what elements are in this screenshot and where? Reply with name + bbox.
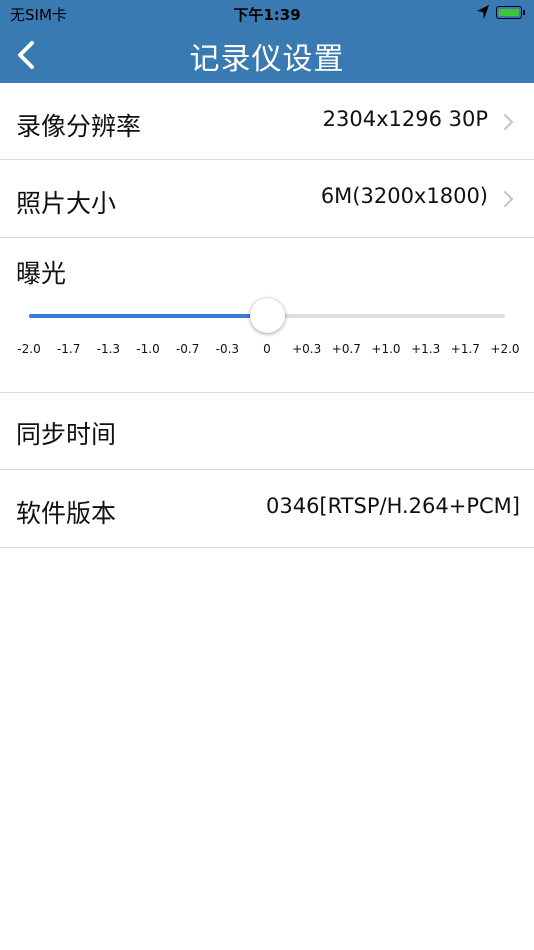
chevron-right-icon — [503, 113, 514, 131]
navigation-bar: 记录仪设置 — [0, 26, 534, 83]
clock: 下午1:39 — [233, 6, 301, 24]
location-arrow-icon — [477, 5, 489, 19]
slider-filled-track — [29, 314, 267, 318]
firmware-label: 软件版本 — [16, 499, 117, 528]
exposure-tick-label: +1.7 — [450, 342, 480, 356]
sync-time-row[interactable]: 同步时间 — [0, 393, 534, 470]
resolution-label: 录像分辨率 — [16, 112, 142, 141]
exposure-tick-label: 0 — [263, 342, 271, 356]
chevron-right-icon — [503, 190, 514, 208]
exposure-tick-label: +0.3 — [292, 342, 322, 356]
exposure-label: 曝光 — [16, 259, 67, 288]
exposure-slider[interactable] — [29, 298, 505, 333]
exposure-tick-label: +1.0 — [371, 342, 401, 356]
battery-charging-icon — [496, 6, 525, 19]
exposure-tick-label: -1.3 — [96, 342, 121, 356]
exposure-tick-label: -0.3 — [215, 342, 240, 356]
resolution-row[interactable]: 录像分辨率 2304x1296 30P — [0, 83, 534, 160]
sync-time-label: 同步时间 — [16, 420, 117, 449]
resolution-value: 2304x1296 30P — [322, 107, 488, 131]
photo-size-label: 照片大小 — [16, 189, 117, 218]
exposure-tick-label: -0.7 — [175, 342, 200, 356]
exposure-tick-labels: -2.0 -1.7 -1.3 -1.0 -0.7 -0.3 0 +0.3 +0.7 +1.0 +1.… — [0, 342, 534, 360]
exposure-tick-label: +1.3 — [411, 342, 441, 356]
photo-size-row[interactable]: 照片大小 6M(3200x1800) — [0, 160, 534, 238]
slider-thumb[interactable] — [249, 298, 285, 333]
exposure-tick-label: +2.0 — [490, 342, 520, 356]
photo-size-value: 6M(3200x1800) — [320, 184, 488, 208]
exposure-tick-label: -1.7 — [56, 342, 81, 356]
firmware-value: 0346[RTSP/H.264+PCM] — [265, 494, 520, 518]
page-title: 记录仪设置 — [189, 42, 345, 77]
exposure-tick-label: -2.0 — [17, 342, 41, 356]
firmware-row: 软件版本 0346[RTSP/H.264+PCM] — [0, 470, 534, 548]
exposure-tick-label: -1.0 — [136, 342, 160, 356]
status-bar: 无SIM卡 下午1:39 — [0, 0, 534, 26]
exposure-tick-label: +0.7 — [331, 342, 361, 356]
